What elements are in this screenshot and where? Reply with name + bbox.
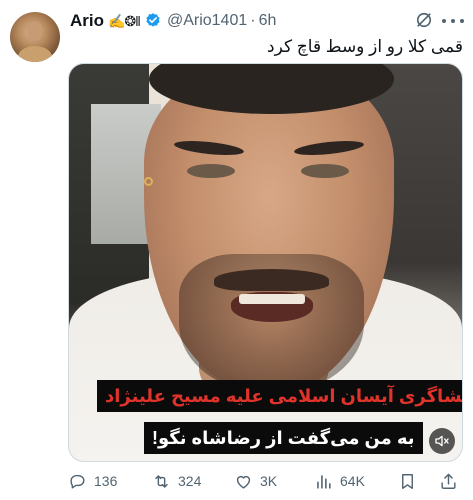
right-eye	[301, 164, 349, 178]
video-player[interactable]: افشاگری آیسان اسلامی علیه مسیح علینژاد ب…	[68, 63, 463, 462]
like-count: 3K	[260, 473, 278, 489]
mute-icon	[435, 435, 449, 447]
repost-button[interactable]: 324	[152, 470, 201, 492]
author-handle[interactable]: @Ario1401	[167, 12, 247, 30]
reply-icon	[70, 474, 85, 489]
video-caption-headline: افشاگری آیسان اسلامی علیه مسیح علینژاد	[97, 380, 462, 412]
teeth	[239, 294, 305, 304]
tweet-text: قمی کلا رو از وسط قاچ کرد	[267, 37, 463, 56]
bookmark-button[interactable]	[398, 470, 417, 492]
reply-button[interactable]: 136	[68, 470, 117, 492]
share-button[interactable]	[439, 470, 458, 492]
views-icon	[317, 474, 331, 489]
author-name[interactable]: Ario	[70, 11, 104, 31]
verified-badge-icon	[146, 13, 160, 27]
action-bar: 136 324 3K 64K	[68, 470, 466, 492]
separator-dot: ·	[250, 12, 256, 29]
avatar-shirt	[18, 46, 52, 62]
grok-icon[interactable]	[414, 10, 434, 30]
mustache	[214, 269, 329, 291]
views-count: 64K	[340, 473, 365, 489]
tweet-time[interactable]: 6h	[259, 12, 277, 30]
like-button[interactable]: 3K	[234, 470, 277, 492]
left-eye	[187, 164, 235, 178]
earring	[144, 177, 153, 186]
share-icon	[441, 473, 456, 489]
like-icon	[236, 475, 251, 489]
reply-count: 136	[94, 473, 118, 489]
mute-button[interactable]	[429, 428, 455, 454]
views-button[interactable]: 64K	[314, 470, 365, 492]
video-caption-quote: به من می‌گفت از رضاشاه نگو!	[144, 422, 423, 454]
bookmark-icon	[402, 473, 413, 489]
repost-count: 324	[178, 473, 202, 489]
tweet-header: Ario ✍️❂‖ @Ario1401 · 6h	[70, 10, 276, 32]
more-icon[interactable]	[442, 18, 464, 24]
author-name-emoji: ✍️❂‖	[108, 12, 141, 29]
avatar-face	[27, 21, 43, 41]
avatar[interactable]	[10, 12, 60, 62]
repost-icon	[155, 474, 168, 488]
